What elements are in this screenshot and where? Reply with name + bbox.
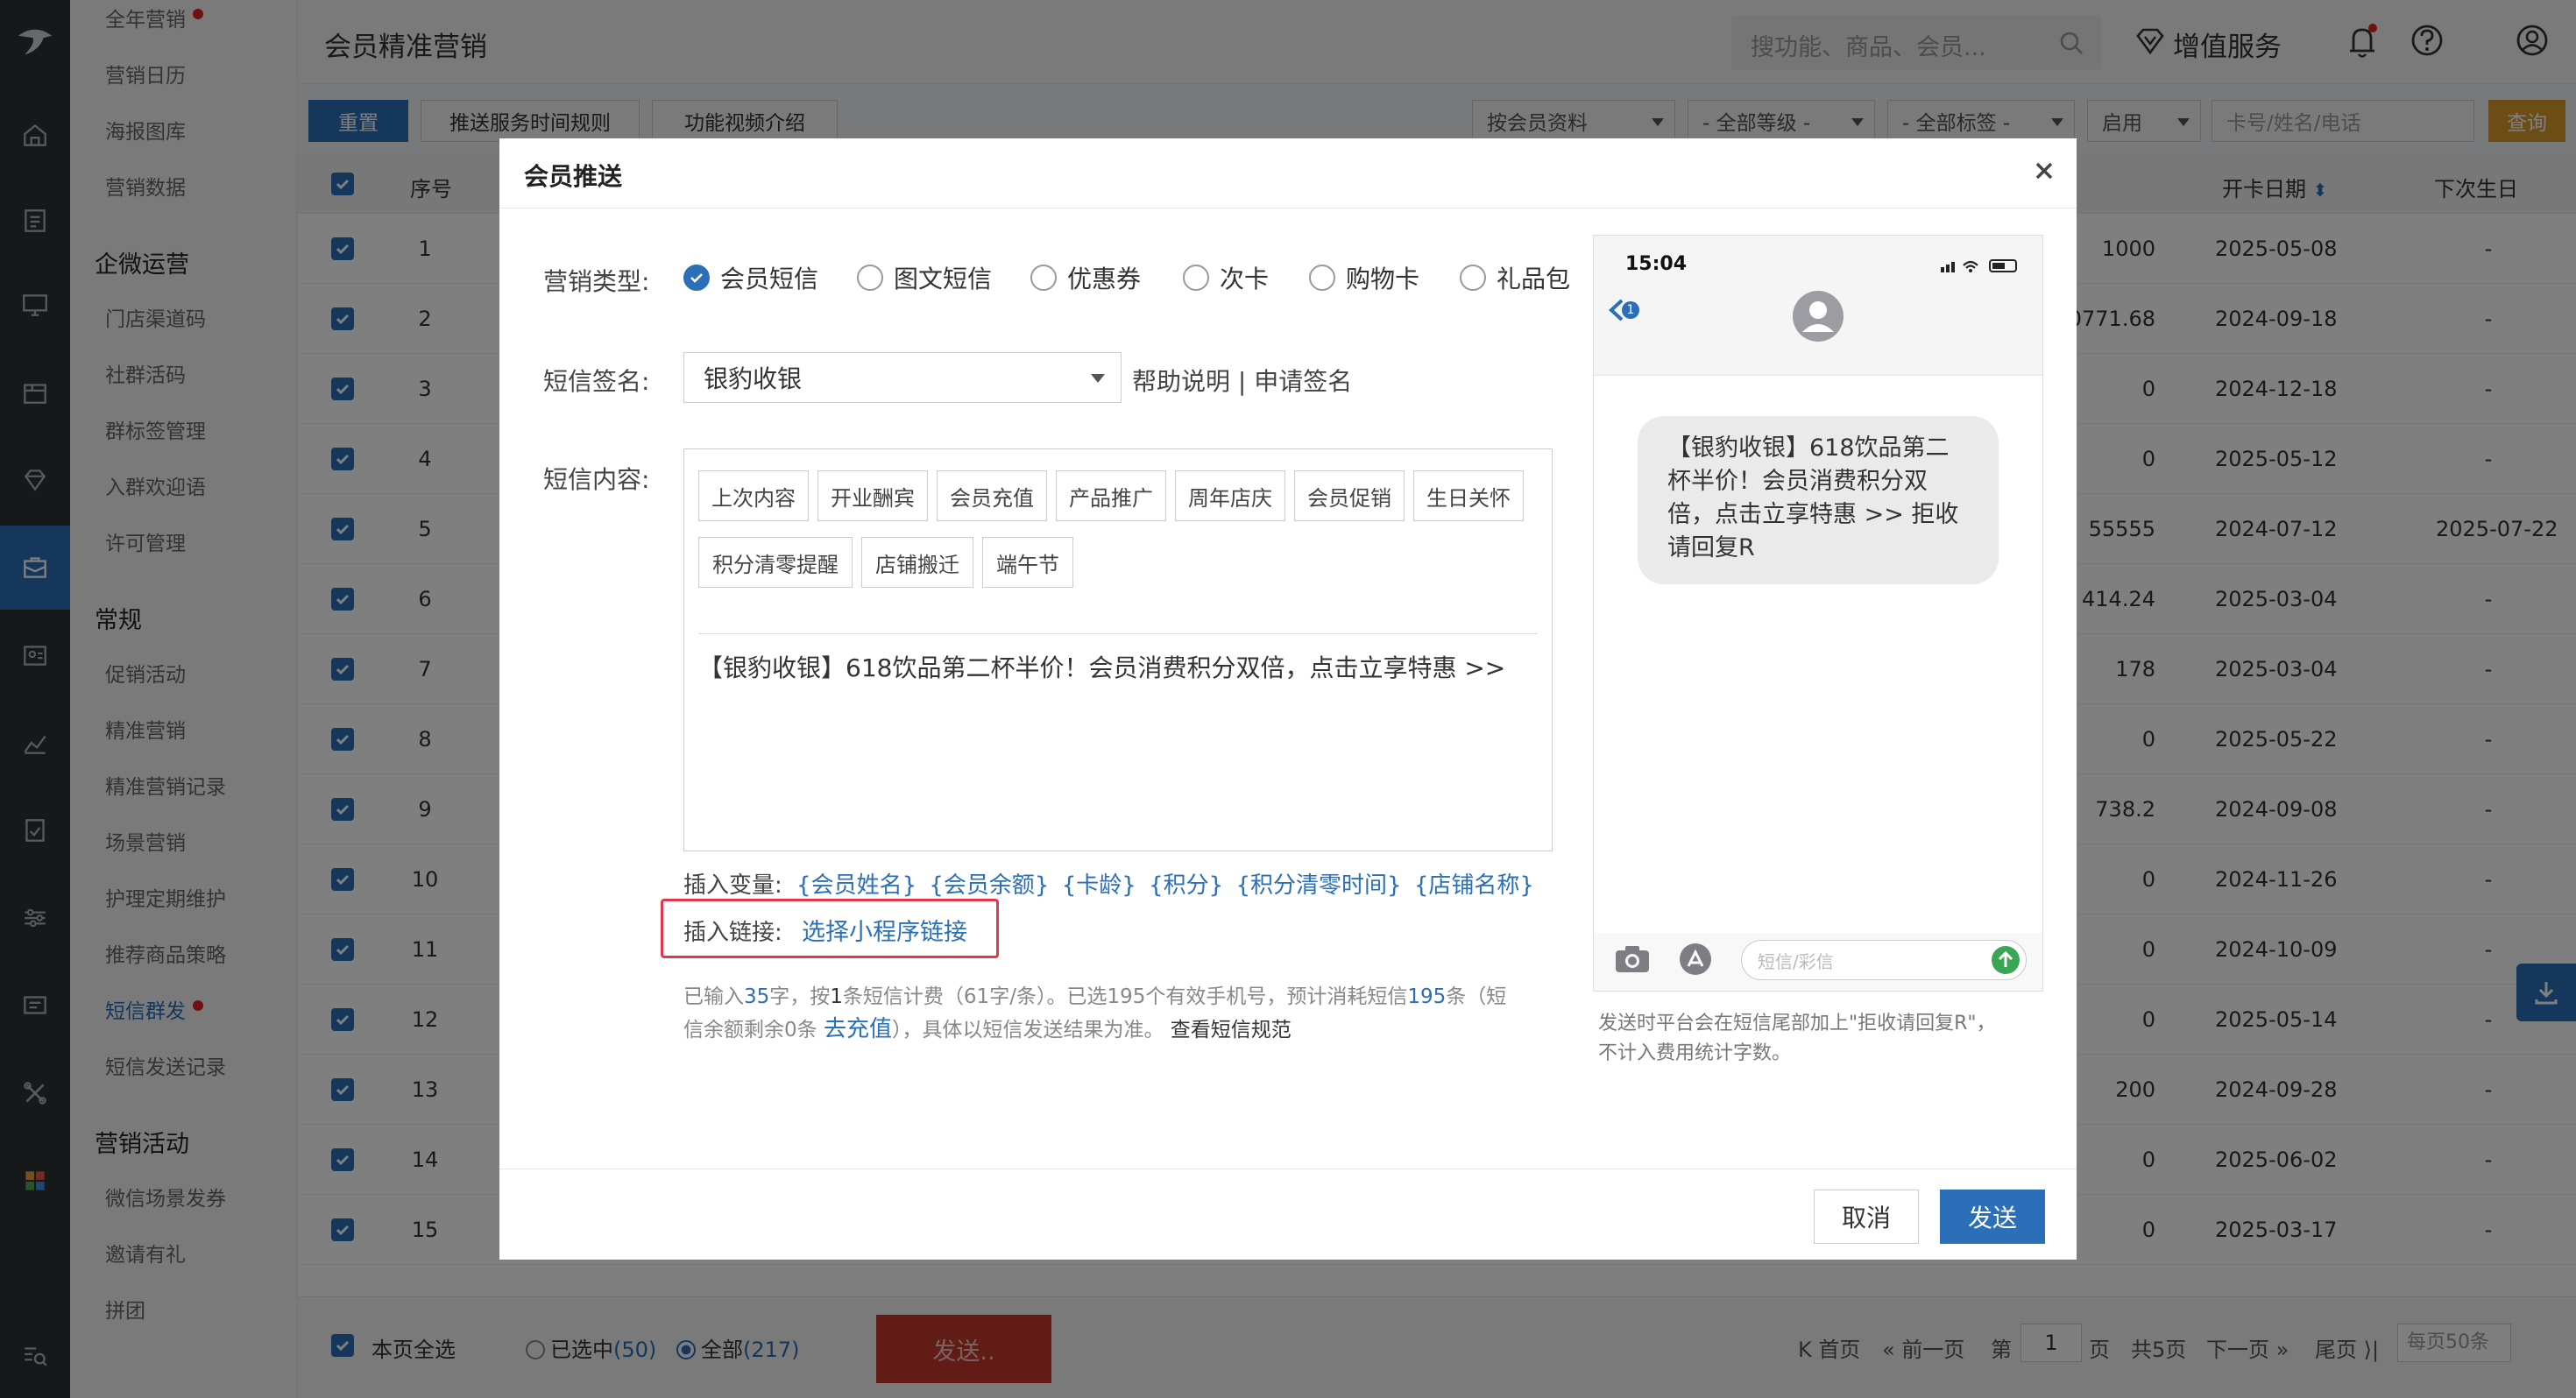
camera-icon bbox=[1613, 943, 1652, 980]
insert-variable-label: 插入变量: bbox=[683, 872, 782, 899]
send-button[interactable]: 发送 bbox=[1940, 1190, 2045, 1244]
sms-stats-line1: 已输入35字，按1条短信计费（61字/条）。已选195个有效手机号，预计消耗短信… bbox=[683, 979, 1506, 1009]
app-store-icon bbox=[1676, 942, 1715, 982]
stats-text: 信余额剩余0条 bbox=[683, 1019, 817, 1041]
preview-note-1: 发送时平台会在短信尾部加上"拒收请回复R"， bbox=[1598, 1013, 1996, 1034]
variable-link[interactable]: {会员姓名} bbox=[796, 872, 916, 899]
radio-icon bbox=[1309, 265, 1335, 291]
sms-rules-link[interactable]: 查看短信规范 bbox=[1171, 1019, 1292, 1041]
template-tag[interactable]: 店铺搬迁 bbox=[861, 537, 973, 588]
variable-link[interactable]: {店铺名称} bbox=[1414, 872, 1534, 899]
type-count-card-label: 次卡 bbox=[1220, 265, 1270, 293]
signal-battery-icon bbox=[1941, 255, 2021, 279]
variable-link[interactable]: {会员余额} bbox=[929, 872, 1049, 899]
type-radio-sms[interactable]: 会员短信 bbox=[683, 263, 818, 293]
phone-preview: 15:04 1 【银豹收银】618饮品第二杯半价！会员消费积分双倍，点击立享特惠… bbox=[1593, 235, 2043, 992]
insert-link-label: 插入链接: bbox=[683, 920, 782, 946]
variable-link[interactable]: {积分} bbox=[1149, 872, 1223, 899]
template-tag[interactable]: 开业酬宾 bbox=[817, 470, 928, 521]
help-link[interactable]: 帮助说明 | 申请签名 bbox=[1132, 363, 1352, 398]
modal-header: 会员推送 bbox=[499, 138, 2077, 208]
phone-status-bar: 15:04 1 bbox=[1594, 236, 2042, 376]
type-radio-coupon[interactable]: 优惠券 bbox=[1030, 263, 1141, 293]
modal-title: 会员推送 bbox=[524, 162, 623, 191]
template-tag[interactable]: 会员促销 bbox=[1294, 470, 1405, 521]
template-tag[interactable]: 上次内容 bbox=[698, 470, 809, 521]
phone-input-bar: 短信/彩信 bbox=[1594, 933, 2042, 991]
stats-text: 字，按 bbox=[769, 985, 831, 1008]
close-icon[interactable] bbox=[2031, 158, 2057, 189]
choose-miniprogram-link[interactable]: 选择小程序链接 bbox=[802, 919, 967, 946]
content-editor[interactable]: 上次内容 开业酬宾 会员充值 产品推广 周年店庆 会员促销 生日关怀 积分清零提… bbox=[683, 448, 1553, 851]
template-tag[interactable]: 周年店庆 bbox=[1175, 470, 1285, 521]
stats-sms-count: 1 bbox=[830, 985, 843, 1008]
type-coupon-label: 优惠券 bbox=[1067, 265, 1142, 293]
contact-avatar-icon bbox=[1792, 290, 1844, 348]
type-sms-label: 会员短信 bbox=[720, 265, 819, 293]
stats-total: 195 bbox=[1407, 985, 1447, 1008]
template-tag[interactable]: 会员充值 bbox=[937, 470, 1047, 521]
content-label: 短信内容: bbox=[543, 465, 650, 494]
type-label: 营销类型: bbox=[543, 267, 650, 296]
type-mms-label: 图文短信 bbox=[894, 265, 993, 293]
type-gift-label: 礼品包 bbox=[1497, 265, 1571, 293]
insert-link-row: 插入链接: 选择小程序链接 bbox=[683, 913, 967, 947]
message-textarea[interactable]: 【银豹收银】618饮品第二杯半价！会员消费积分双倍，点击立享特惠 >> bbox=[698, 649, 1505, 684]
radio-icon bbox=[857, 265, 883, 291]
template-tag[interactable]: 端午节 bbox=[982, 537, 1073, 588]
radio-checked-icon bbox=[683, 265, 710, 291]
preview-input: 短信/彩信 bbox=[1741, 940, 2027, 980]
preview-message-bubble: 【银豹收银】618饮品第二杯半价！会员消费积分双倍，点击立享特惠 >> 拒收请回… bbox=[1638, 416, 1999, 584]
preview-input-placeholder: 短信/彩信 bbox=[1758, 950, 1834, 972]
preview-note-2: 不计入费用统计字数。 bbox=[1598, 1042, 1792, 1064]
member-push-modal: 会员推送 营销类型: 会员短信 图文短信 优惠券 次卡 购物卡 礼品包 短信签名… bbox=[499, 138, 2077, 1260]
editor-divider bbox=[698, 633, 1538, 634]
template-tag[interactable]: 产品推广 bbox=[1056, 470, 1166, 521]
signature-value: 银豹收银 bbox=[704, 364, 803, 393]
variable-link[interactable]: {卡龄} bbox=[1062, 872, 1136, 899]
cancel-button[interactable]: 取消 bbox=[1814, 1190, 1919, 1244]
stats-text: 条短信计费（61字/条）。已选195个有效手机号，预计消耗短信 bbox=[842, 985, 1408, 1008]
type-radio-shopping-card[interactable]: 购物卡 bbox=[1309, 263, 1419, 293]
recharge-link[interactable]: 去充值 bbox=[824, 1016, 892, 1042]
sms-stats-line2: 信余额剩余0条 去充值），具体以短信发送结果为准。 查看短信规范 bbox=[683, 1011, 1292, 1043]
stats-text: 条（短 bbox=[1446, 985, 1507, 1008]
insert-variable-row: 插入变量: {会员姓名} {会员余额} {卡龄} {积分} {积分清零时间} {… bbox=[683, 867, 1534, 900]
radio-icon bbox=[1030, 265, 1057, 291]
radio-icon bbox=[1460, 265, 1486, 291]
radio-icon bbox=[1183, 265, 1209, 291]
template-tag[interactable]: 积分清零提醒 bbox=[698, 537, 853, 588]
type-radio-count-card[interactable]: 次卡 bbox=[1183, 263, 1269, 293]
variable-link[interactable]: {积分清零时间} bbox=[1235, 872, 1401, 899]
unread-badge: 1 bbox=[1622, 301, 1639, 319]
signature-select[interactable]: 银豹收银 bbox=[683, 352, 1122, 403]
chevron-down-icon bbox=[1091, 374, 1105, 383]
type-shopping-card-label: 购物卡 bbox=[1346, 265, 1420, 293]
stats-text: 已输入 bbox=[683, 985, 744, 1008]
back-icon[interactable]: 1 bbox=[1606, 297, 1639, 323]
template-tag[interactable]: 生日关怀 bbox=[1413, 470, 1524, 521]
stats-text: ），具体以短信发送结果为准。 bbox=[891, 1019, 1164, 1041]
stats-char-count: 35 bbox=[744, 985, 770, 1008]
phone-time: 15:04 bbox=[1625, 253, 1688, 275]
send-arrow-icon bbox=[1991, 945, 2020, 979]
signature-label: 短信签名: bbox=[543, 367, 650, 396]
type-radio-gift[interactable]: 礼品包 bbox=[1460, 263, 1570, 293]
type-radio-mms[interactable]: 图文短信 bbox=[857, 263, 992, 293]
